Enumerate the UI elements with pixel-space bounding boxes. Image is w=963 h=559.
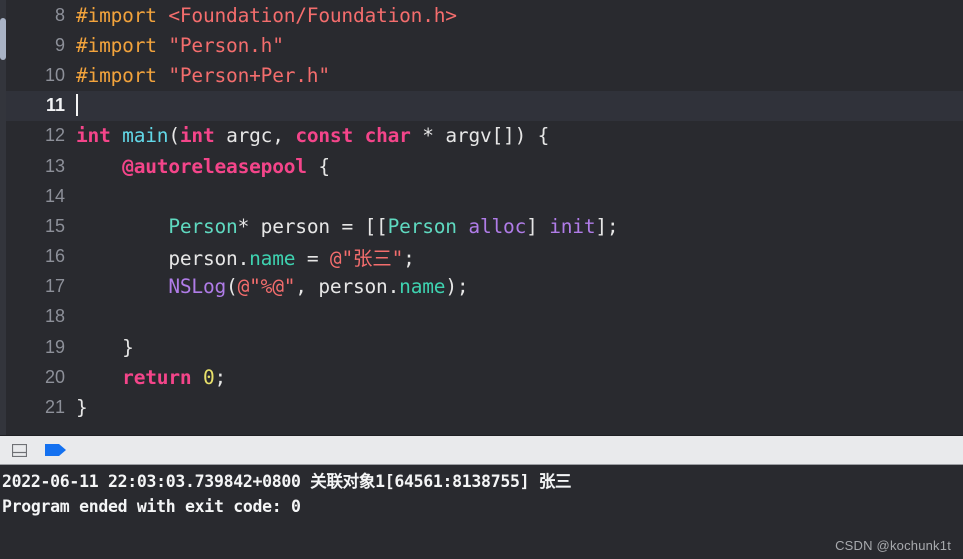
code-line[interactable]: 14 [0, 181, 963, 211]
line-content[interactable]: return 0; [76, 366, 963, 389]
line-content[interactable]: int main(int argc, const char * argv[]) … [76, 124, 963, 147]
code-editor[interactable]: 8 #import <Foundation/Foundation.h> 9 #i… [0, 0, 963, 435]
line-content[interactable]: @autoreleasepool { [76, 155, 963, 178]
code-line[interactable]: 13 @autoreleasepool { [0, 151, 963, 181]
code-line[interactable]: 15 Person* person = [[Person alloc] init… [0, 211, 963, 241]
line-content[interactable]: #import <Foundation/Foundation.h> [76, 4, 963, 27]
code-line[interactable]: 19 } [0, 332, 963, 362]
line-number: 14 [44, 185, 65, 206]
xcode-window: 8 #import <Foundation/Foundation.h> 9 #i… [0, 0, 963, 559]
console-toolbar [0, 435, 963, 465]
line-content[interactable]: Person* person = [[Person alloc] init]; [76, 215, 963, 238]
code-line[interactable]: 17 NSLog(@"%@", person.name); [0, 272, 963, 302]
code-line[interactable]: 9 #import "Person.h" [0, 30, 963, 60]
line-content[interactable]: person.name = @"张三"; [76, 242, 963, 271]
line-number: 8 [54, 4, 65, 25]
code-line[interactable]: 20 return 0; [0, 362, 963, 392]
code-line[interactable]: 10 #import "Person+Per.h" [0, 60, 963, 90]
line-number: 18 [44, 306, 65, 327]
console-line: 2022-06-11 22:03:03.739842+0800 关联对象1[64… [2, 472, 572, 491]
line-number: 11 [45, 95, 65, 116]
code-line[interactable]: 21 } [0, 392, 963, 422]
line-number: 20 [44, 366, 65, 387]
vertical-scrollbar-thumb[interactable] [0, 18, 6, 60]
line-content[interactable]: } [76, 336, 963, 359]
vertical-scrollbar[interactable] [0, 0, 6, 435]
line-number: 21 [44, 397, 65, 418]
line-number: 15 [44, 215, 65, 236]
line-number: 9 [54, 34, 65, 55]
line-number: 10 [44, 64, 65, 85]
code-line[interactable]: 8 #import <Foundation/Foundation.h> [0, 0, 963, 30]
line-number: 17 [44, 276, 65, 297]
line-content[interactable]: #import "Person+Per.h" [76, 64, 963, 87]
code-line-active[interactable]: 11 [0, 90, 963, 121]
code-line[interactable]: 12 int main(int argc, const char * argv[… [0, 121, 963, 151]
code-lines: 8 #import <Foundation/Foundation.h> 9 #i… [0, 0, 963, 423]
line-number: 12 [44, 125, 65, 146]
console-line: Program ended with exit code: 0 [2, 497, 301, 516]
line-number: 16 [44, 246, 65, 267]
line-content[interactable] [76, 305, 963, 328]
watermark: CSDN @kochunk1t [835, 538, 951, 553]
line-content[interactable] [76, 94, 963, 117]
line-content[interactable]: #import "Person.h" [76, 34, 963, 57]
toggle-panel-icon[interactable] [12, 443, 27, 457]
filter-tag-icon[interactable] [45, 443, 67, 457]
text-caret [76, 94, 78, 117]
line-content[interactable]: NSLog(@"%@", person.name); [76, 275, 963, 298]
line-content[interactable]: } [76, 396, 963, 419]
code-line[interactable]: 18 [0, 302, 963, 332]
line-number: 13 [44, 155, 65, 176]
line-content[interactable] [76, 185, 963, 208]
line-number: 19 [44, 336, 65, 357]
console-output[interactable]: 2022-06-11 22:03:03.739842+0800 关联对象1[64… [0, 465, 963, 559]
code-line[interactable]: 16 person.name = @"张三"; [0, 242, 963, 272]
